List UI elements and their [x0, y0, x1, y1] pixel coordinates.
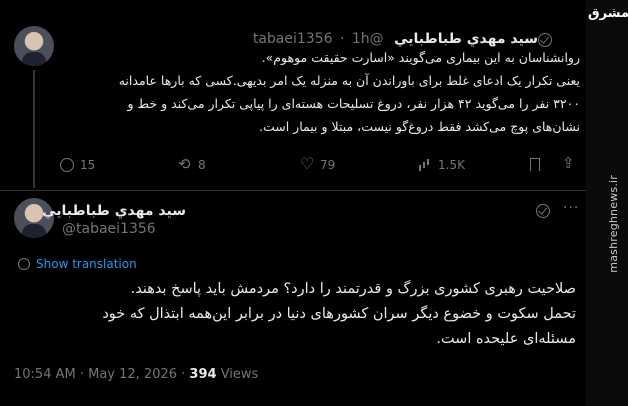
views-count: 394	[189, 367, 217, 382]
views-count: 1.5K	[438, 158, 465, 172]
like-count: 79	[320, 158, 336, 172]
tweet-meta: 10:54 AM · May 12, 2026 · 394 Views	[14, 367, 258, 382]
reply-icon	[60, 158, 74, 172]
show-translation-label: Show translation	[36, 257, 137, 271]
share-button[interactable]	[562, 154, 576, 172]
avatar[interactable]	[14, 26, 54, 66]
author-name[interactable]: سید مهدي طباطبایي	[394, 31, 538, 47]
repost-count: 8	[198, 158, 206, 172]
more-options-icon[interactable]: ···	[563, 200, 579, 216]
brand-logo: مشرق•	[588, 6, 628, 21]
timeline: سید مهدي طباطبایي @tabaei1356 · 1h روانش…	[0, 0, 586, 406]
tweet-card[interactable]: سید مهدي طباطبایي @tabaei1356 · 1h روانش…	[0, 0, 586, 190]
views-button[interactable]: 1.5K	[418, 158, 465, 172]
author-handle[interactable]: @tabaei1356	[62, 221, 156, 237]
tweet-text: روانشناسان به این بیماری می‌گویند «اسارت…	[60, 46, 580, 138]
author-name[interactable]: سید مهدي طباطبایي	[42, 203, 186, 219]
tweet-text-line: ۳۲۰۰ نفر را می‌گوید ۴۲ هزار نفر، دروغ تس…	[127, 96, 580, 111]
views-label: Views	[220, 367, 259, 382]
tweet-text-line: صلاحیت رهبری کشوری بزرگ و قدرتمند را دار…	[130, 281, 576, 297]
divider	[0, 190, 586, 191]
tweet-header: سید مهدي طباطبایي @tabaei1356 · 1h	[253, 31, 538, 47]
repost-icon	[178, 155, 192, 173]
tweet-text: صلاحیت رهبری کشوری بزرگ و قدرتمند را دار…	[16, 277, 576, 352]
timestamp[interactable]: 10:54 AM · May 12, 2026 ·	[14, 367, 185, 382]
tweet-text-line: یعنی تکرار یک ادعای غلط برای باوراندن آن…	[118, 73, 580, 88]
share-icon	[562, 154, 576, 172]
bookmark-icon	[530, 158, 540, 171]
show-translation-link[interactable]: Show translation	[18, 257, 137, 271]
reply-button[interactable]: 15	[60, 158, 95, 172]
verified-icon	[538, 33, 552, 47]
brand-url: mashreghnews.ir	[607, 175, 620, 273]
tweet-text-line: نشان‌های پوچ می‌کشد فقط دروغ‌گو نیست، مب…	[259, 119, 580, 134]
heart-icon	[300, 154, 314, 173]
author-name-text: سید مهدي طباطبایي	[42, 203, 186, 219]
like-button[interactable]: 79	[300, 154, 336, 173]
reply-count: 15	[80, 158, 96, 172]
analytics-icon	[418, 158, 432, 172]
tweet-text-line: تحمل سکوت و خضوع دیگر سران کشورهای دنیا …	[102, 306, 576, 322]
action-bar: 15 8 79 1.5K	[60, 154, 580, 176]
globe-icon	[18, 258, 30, 270]
repost-button[interactable]: 8	[178, 155, 206, 173]
watermark-bar: مشرق• mashreghnews.ir	[586, 0, 628, 406]
post-time[interactable]: 1h	[352, 31, 370, 47]
verified-icon	[536, 204, 550, 218]
tweet-text-line: مسئله‌ای علیحده است.	[436, 331, 576, 347]
bookmark-button[interactable]	[530, 158, 540, 171]
tweet-text-line: روانشناسان به این بیماری می‌گویند «اسارت…	[261, 50, 580, 65]
thread-connector	[33, 70, 35, 188]
separator: ·	[339, 31, 345, 47]
